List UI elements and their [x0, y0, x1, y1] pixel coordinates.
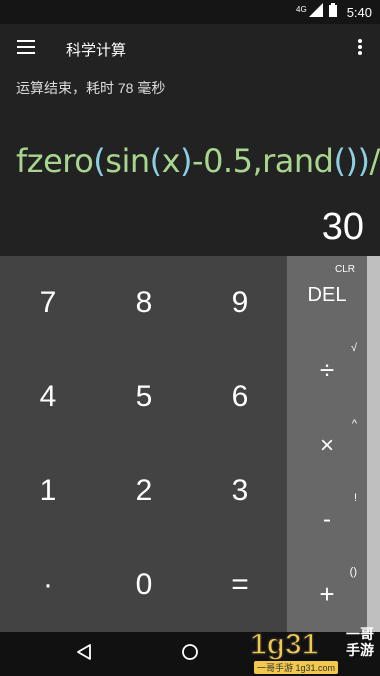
hamburger-icon [17, 39, 35, 59]
minus-button[interactable]: - ! [287, 488, 367, 552]
delete-button[interactable]: DEL [287, 272, 367, 318]
key-1[interactable]: 1 [0, 444, 96, 538]
status-bar: 4G 5:40 [0, 0, 380, 24]
divide-label: ÷ [319, 354, 335, 385]
parentheses-alt-label: () [349, 566, 357, 578]
key-equals[interactable]: = [192, 538, 288, 632]
multiply-button[interactable]: × ^ [287, 414, 367, 478]
key-5[interactable]: 5 [96, 350, 192, 444]
multiply-label: × [319, 432, 334, 459]
menu-button[interactable] [0, 24, 52, 74]
advanced-panel-handle[interactable] [367, 256, 380, 632]
factorial-alt-label: ! [353, 492, 357, 504]
watermark: 1g31 一哥 手游 一哥手游 1g31.com [248, 626, 376, 676]
formula-part: x [161, 142, 181, 180]
plus-button[interactable]: + () [287, 562, 367, 626]
formula-part: sin [105, 142, 150, 180]
operator-panel: CLR DEL ÷ √ × ^ - ! + () [287, 256, 367, 632]
key-7[interactable]: 7 [0, 256, 96, 350]
formula-part: -0.5,rand [192, 142, 334, 180]
key-0[interactable]: 0 [96, 538, 192, 632]
formula-paren: ( [93, 142, 106, 180]
watermark-brand-line1: 一哥 [346, 626, 374, 642]
formula-part: /° [369, 142, 380, 180]
sqrt-alt-label: √ [350, 342, 357, 354]
watermark-brand: 一哥 手游 [346, 626, 374, 658]
plus-label: + [319, 578, 335, 609]
result-value: 30 [321, 206, 364, 248]
minus-label: - [323, 506, 331, 533]
home-button[interactable] [178, 642, 202, 666]
watermark-logo: 1g31 [249, 627, 319, 660]
back-button[interactable] [72, 642, 96, 666]
key-2[interactable]: 2 [96, 444, 192, 538]
clock: 5:40 [346, 4, 372, 20]
app-bar: 科学计算 [0, 24, 380, 74]
battery-icon [328, 2, 337, 22]
calculator-display: 运算结束，耗时 78 毫秒 fzero(sin(x)-0.5,rand())/°… [0, 74, 380, 256]
formula-paren: ) [180, 142, 193, 180]
more-options-button[interactable] [340, 24, 380, 74]
status-message: 运算结束，耗时 78 毫秒 [16, 80, 166, 96]
divide-button[interactable]: ÷ √ [287, 338, 367, 402]
key-4[interactable]: 4 [0, 350, 96, 444]
key-8[interactable]: 8 [96, 256, 192, 350]
more-vert-icon [358, 38, 362, 60]
key-decimal[interactable]: · [0, 538, 96, 632]
key-6[interactable]: 6 [192, 350, 288, 444]
formula-part: fzero [16, 142, 94, 180]
watermark-brand-line2: 手游 [346, 642, 374, 658]
back-icon [75, 643, 93, 666]
network-type: 4G [296, 4, 307, 14]
formula-paren: ) [357, 142, 370, 180]
key-9[interactable]: 9 [192, 256, 288, 350]
signal-icon [308, 2, 323, 22]
formula-input[interactable]: fzero(sin(x)-0.5,rand())/° [16, 142, 380, 180]
home-icon [181, 643, 199, 666]
watermark-url: 一哥手游 1g31.com [254, 661, 339, 674]
formula-paren: () [333, 142, 358, 180]
formula-paren: ( [149, 142, 162, 180]
app-title: 科学计算 [66, 41, 127, 59]
svg-text:1g31: 1g31 [250, 628, 318, 660]
power-alt-label: ^ [351, 418, 357, 430]
numeric-keypad: 7 8 9 4 5 6 1 2 3 · 0 = [0, 256, 287, 632]
key-3[interactable]: 3 [192, 444, 288, 538]
